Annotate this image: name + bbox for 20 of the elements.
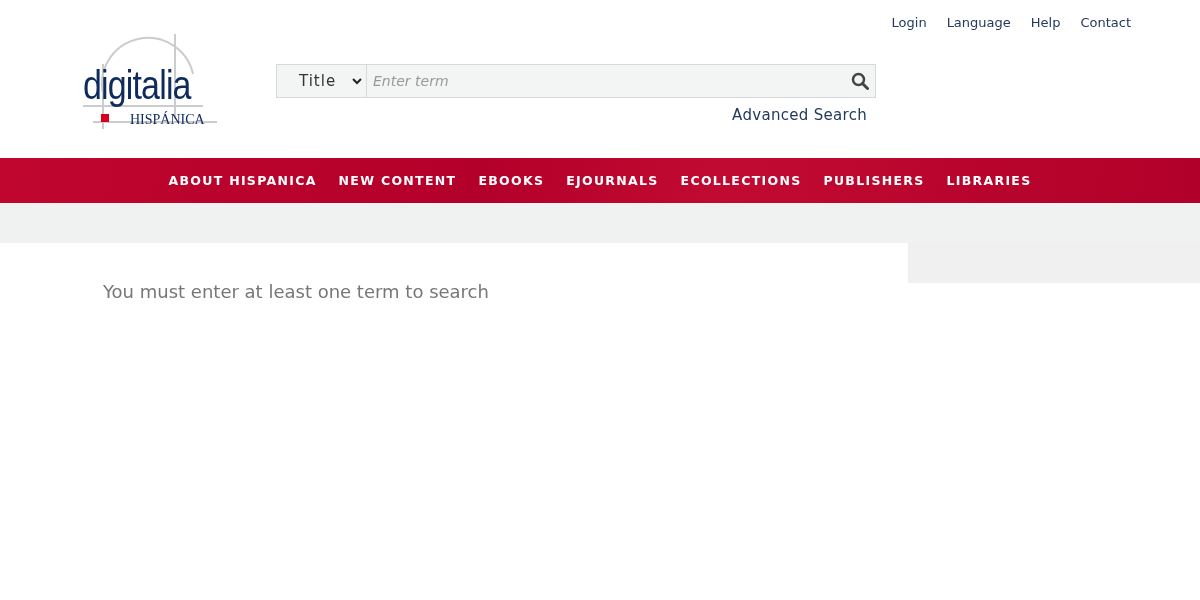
logo-square-icon: [101, 114, 109, 122]
logo-subtitle: HISPÁNICA: [130, 112, 205, 128]
search-bar[interactable]: Title Enter term: [276, 64, 876, 98]
logo-wordmark: digitalia: [83, 64, 191, 106]
top-link[interactable]: Contact: [1080, 14, 1131, 34]
nav-link[interactable]: ECOLLECTIONS: [680, 173, 802, 188]
advanced-search-link[interactable]: Advanced Search: [732, 106, 867, 124]
nav-link[interactable]: ABOUT HISPANICA: [168, 173, 317, 188]
nav-link[interactable]: NEW CONTENT: [338, 173, 457, 188]
top-link[interactable]: Language: [946, 14, 1011, 34]
search-error-message: You must enter at least one term to search: [103, 281, 490, 302]
nav-link[interactable]: EJOURNALS: [566, 173, 659, 188]
search-icon[interactable]: [851, 72, 869, 90]
top-link[interactable]: Help: [1030, 14, 1061, 34]
caret-icon: [352, 77, 362, 85]
nav-link[interactable]: LIBRARIES: [946, 173, 1032, 188]
nav-link[interactable]: EBOOKS: [478, 173, 545, 188]
nav-link[interactable]: PUBLISHERS: [823, 173, 925, 188]
top-link[interactable]: Login: [891, 14, 927, 34]
site-logo[interactable]: digitalia HISPÁNICA: [83, 34, 217, 129]
